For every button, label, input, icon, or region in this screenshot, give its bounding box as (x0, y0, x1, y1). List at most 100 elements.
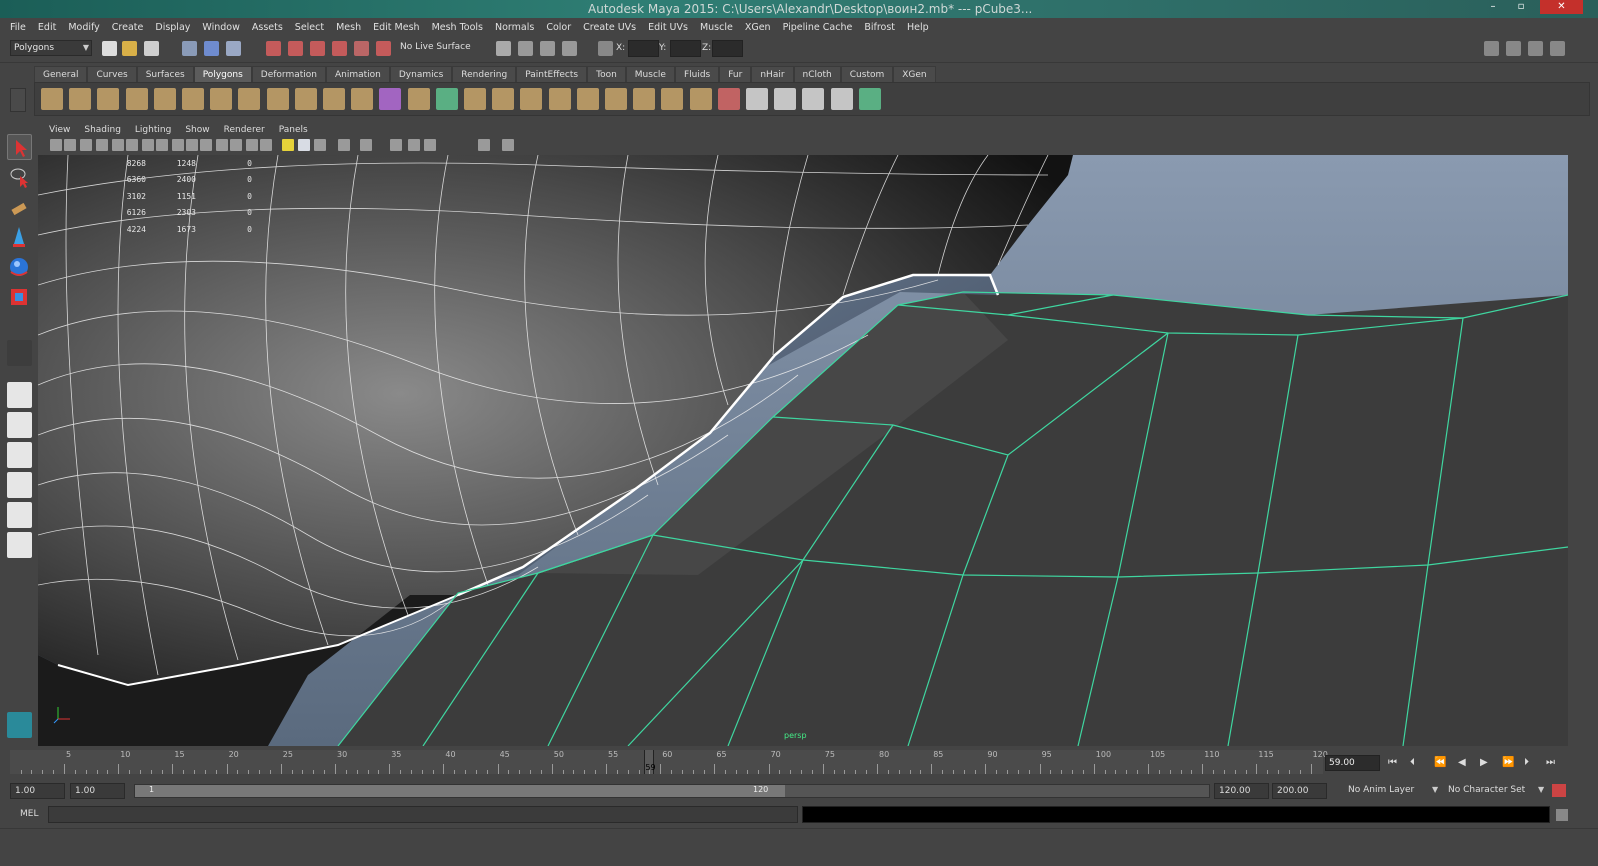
poly-cube-icon[interactable] (69, 88, 92, 110)
persp-outliner-layout-icon[interactable] (7, 442, 32, 468)
attribute-editor-icon[interactable] (1506, 41, 1521, 56)
menu-edit-uvs[interactable]: Edit UVs (642, 22, 694, 33)
anim-layer-chevron-icon[interactable]: ▼ (1432, 785, 1438, 794)
shelf-tab-dynamics[interactable]: Dynamics (389, 66, 453, 82)
menu-xgen[interactable]: XGen (739, 22, 777, 33)
command-input[interactable] (48, 806, 798, 823)
hud-icon[interactable] (424, 139, 436, 151)
go-to-start-icon[interactable]: ⏮ (1388, 757, 1397, 768)
animation-end-field[interactable]: 200.00 (1272, 783, 1327, 799)
panel-menu-lighting[interactable]: Lighting (128, 123, 178, 137)
scale-tool-icon[interactable] (7, 284, 32, 310)
panel-menu-renderer[interactable]: Renderer (217, 123, 272, 137)
resolution-gate-icon[interactable] (126, 139, 138, 151)
menu-assets[interactable]: Assets (246, 22, 289, 33)
gate-mask-icon[interactable] (142, 139, 154, 151)
shelf-tab-ncloth[interactable]: nCloth (793, 66, 841, 82)
shelf-tab-painteffects[interactable]: PaintEffects (516, 66, 588, 82)
y-field[interactable] (670, 40, 701, 57)
menu-create-uvs[interactable]: Create UVs (577, 22, 642, 33)
menu-select[interactable]: Select (289, 22, 330, 33)
auto-key-icon[interactable] (1552, 784, 1566, 797)
tool-settings-icon[interactable] (1528, 41, 1543, 56)
bridge-icon[interactable] (464, 88, 486, 110)
rotate-tool-icon[interactable] (7, 254, 32, 280)
shadows-icon[interactable] (298, 139, 310, 151)
panel-menu-panels[interactable]: Panels (272, 123, 315, 137)
spherical-map-icon[interactable] (802, 88, 825, 110)
safe-action-icon[interactable] (172, 139, 184, 151)
smooth-icon[interactable] (379, 88, 402, 110)
minimize-button[interactable]: – (1480, 0, 1506, 14)
menu-edit-mesh[interactable]: Edit Mesh (367, 22, 425, 33)
camera-attributes-icon[interactable] (64, 139, 76, 151)
persp-graph-layout-icon[interactable] (7, 472, 32, 498)
move-tool-icon[interactable] (7, 224, 32, 250)
ambient-occlusion-icon[interactable] (360, 139, 372, 151)
transform-input-icon[interactable] (598, 41, 613, 56)
last-tool-icon[interactable] (7, 340, 32, 366)
combine-icon[interactable] (323, 88, 345, 110)
shelf-tab-surfaces[interactable]: Surfaces (136, 66, 194, 82)
menu-window[interactable]: Window (196, 22, 245, 33)
select-object-icon[interactable] (204, 41, 219, 56)
snap-view-plane-icon[interactable] (332, 41, 347, 56)
panel-menu-shading[interactable]: Shading (77, 123, 128, 137)
depth-of-field-icon[interactable] (408, 139, 420, 151)
four-view-layout-icon[interactable] (7, 412, 32, 438)
modeling-toolkit-icon[interactable] (1484, 41, 1499, 56)
menu-mesh-tools[interactable]: Mesh Tools (426, 22, 489, 33)
xray-icon[interactable] (314, 139, 326, 151)
command-language-label[interactable]: MEL (20, 809, 38, 819)
isolate-select-icon[interactable] (338, 139, 350, 151)
poly-plane-icon[interactable] (153, 88, 176, 110)
render-current-icon[interactable] (518, 41, 533, 56)
shelf-tab-muscle[interactable]: Muscle (625, 66, 675, 82)
playback-start-field[interactable]: 1.00 (70, 783, 125, 799)
backface-icon[interactable] (502, 139, 514, 151)
maximize-button[interactable]: ▫ (1508, 0, 1534, 14)
cylindrical-map-icon[interactable] (774, 88, 797, 110)
close-button[interactable]: ✕ (1540, 0, 1583, 14)
separate-icon[interactable] (351, 88, 374, 110)
shelf-tab-toon[interactable]: Toon (587, 66, 626, 82)
single-perspective-layout-icon[interactable] (7, 382, 32, 408)
range-slider-handle[interactable]: 1 120 (135, 785, 785, 797)
append-polygon-icon[interactable] (492, 88, 515, 110)
use-lights-icon[interactable] (282, 139, 294, 151)
open-scene-icon[interactable] (122, 41, 137, 56)
select-tool-icon[interactable] (7, 134, 32, 160)
menu-display[interactable]: Display (149, 22, 196, 33)
shelf-tab-polygons[interactable]: Polygons (193, 66, 252, 82)
merge-icon[interactable] (633, 88, 656, 110)
select-camera-icon[interactable] (50, 139, 62, 151)
two-sided-lighting-icon[interactable] (478, 139, 490, 151)
toolbox-chevron-icon[interactable] (7, 568, 32, 582)
shelf-tab-curves[interactable]: Curves (87, 66, 137, 82)
shelf-tab-nhair[interactable]: nHair (751, 66, 794, 82)
character-set-selector[interactable]: No Character Set (1444, 783, 1542, 799)
menu-bifrost[interactable]: Bifrost (858, 22, 901, 33)
safe-title-icon[interactable] (186, 139, 198, 151)
poly-pipe-icon[interactable] (238, 88, 261, 110)
poly-cone-icon[interactable] (125, 88, 148, 110)
select-hierarchy-icon[interactable] (182, 41, 197, 56)
anti-aliasing-icon[interactable] (390, 139, 402, 151)
menu-pipeline-cache[interactable]: Pipeline Cache (777, 22, 859, 33)
snap-grid-icon[interactable] (266, 41, 281, 56)
grid-icon[interactable] (200, 139, 212, 151)
field-chart-icon[interactable] (156, 139, 168, 151)
playback-end-field[interactable]: 120.00 (1214, 783, 1269, 799)
shelf-tab-xgen[interactable]: XGen (893, 66, 936, 82)
planar-map-icon[interactable] (746, 88, 768, 110)
snap-point-icon[interactable] (310, 41, 325, 56)
uv-editor-icon[interactable] (858, 88, 881, 110)
menu-mesh[interactable]: Mesh (330, 22, 367, 33)
menu-normals[interactable]: Normals (489, 22, 540, 33)
paint-select-tool-icon[interactable] (7, 194, 32, 220)
shelf-tab-rendering[interactable]: Rendering (452, 66, 517, 82)
collapse-icon[interactable] (661, 88, 684, 110)
new-scene-icon[interactable] (102, 41, 117, 56)
cut-faces-icon[interactable] (689, 88, 712, 110)
menu-help[interactable]: Help (901, 22, 935, 33)
